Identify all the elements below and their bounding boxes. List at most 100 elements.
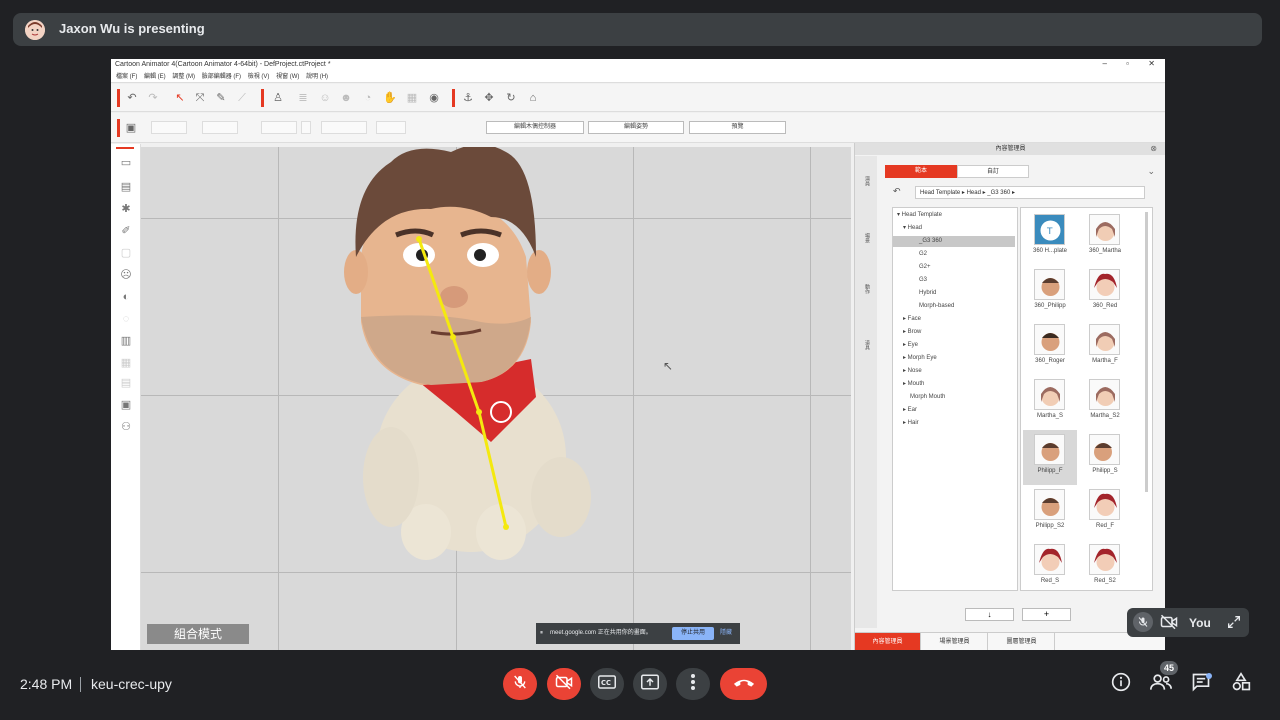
- leave-call-button[interactable]: [720, 668, 767, 700]
- side-tab-motion[interactable]: 動作: [861, 284, 871, 304]
- tree-item[interactable]: ▸ Eye: [893, 340, 1015, 351]
- disabled-tool-icon[interactable]: ◌: [119, 312, 133, 326]
- tree-item[interactable]: ▸ Nose: [893, 366, 1015, 377]
- param-field[interactable]: [151, 121, 187, 134]
- download-icon[interactable]: ↓: [965, 608, 1014, 621]
- thumbnail-item-selected[interactable]: Philipp_F: [1023, 430, 1077, 485]
- back-icon[interactable]: ↶: [893, 186, 901, 197]
- stage-icon[interactable]: ▭: [119, 156, 133, 170]
- tree-item[interactable]: Hybrid: [893, 288, 1015, 299]
- tree-item[interactable]: ▸ Ear: [893, 405, 1015, 416]
- thumbnail-item[interactable]: 360_Martha: [1078, 210, 1132, 265]
- head-profile-icon[interactable]: ◐: [119, 290, 133, 304]
- tree-item-selected[interactable]: _G3 360: [893, 236, 1015, 247]
- disabled-tool-icon[interactable]: ▢: [119, 246, 133, 260]
- thumbnail-item[interactable]: 360_Roger: [1023, 320, 1077, 375]
- tree-item[interactable]: ▾ Head Template: [893, 210, 1015, 221]
- redo-icon[interactable]: ↷: [146, 91, 160, 105]
- tree-item[interactable]: Morph-based: [893, 301, 1015, 312]
- anchor-icon[interactable]: ⚓: [461, 91, 475, 105]
- actor-icon[interactable]: ♙: [271, 91, 285, 105]
- menu-edit[interactable]: 編輯 (E): [144, 74, 166, 80]
- param-field[interactable]: [261, 121, 297, 134]
- side-tab-scene[interactable]: 場景: [861, 233, 871, 253]
- render-icon[interactable]: ▣: [119, 398, 133, 412]
- tree-item[interactable]: ▸ Brow: [893, 327, 1015, 338]
- undo-icon[interactable]: ↶: [125, 91, 139, 105]
- tree-item[interactable]: ▸ Face: [893, 314, 1015, 325]
- tab-custom[interactable]: 自訂: [957, 165, 1029, 178]
- thumbnail-item[interactable]: Red_S: [1023, 540, 1077, 595]
- character-artwork[interactable]: [331, 147, 631, 577]
- mic-toggle-button[interactable]: [503, 668, 537, 700]
- brush-icon[interactable]: ✎: [214, 91, 228, 105]
- tree-item[interactable]: Morph Mouth: [893, 392, 1015, 403]
- camera-icon[interactable]: ▤: [119, 180, 133, 194]
- side-tab-actor[interactable]: 演員: [861, 176, 871, 196]
- thumbnail-item[interactable]: Philipp_S: [1078, 430, 1132, 485]
- edit-puppet-controller-button[interactable]: 編輯木偶控制器: [486, 121, 584, 134]
- bone-icon[interactable]: ⟋: [235, 91, 249, 105]
- tab-content-manager[interactable]: 內容管理員: [855, 633, 921, 650]
- timeline-icon[interactable]: ▥: [119, 334, 133, 348]
- thumbnail-item[interactable]: Martha_S: [1023, 375, 1077, 430]
- thumbnail-item[interactable]: Martha_S2: [1078, 375, 1132, 430]
- minimize-icon[interactable]: –: [1103, 59, 1107, 68]
- pen-icon[interactable]: ✐: [119, 224, 133, 238]
- thumbnail-item[interactable]: T 360 H...plate: [1023, 210, 1077, 265]
- menu-view[interactable]: 檢視 (V): [248, 74, 270, 80]
- present-button[interactable]: [633, 668, 667, 700]
- meeting-info-button[interactable]: [1109, 672, 1133, 696]
- edit-pose-button[interactable]: 編輯姿勢: [588, 121, 684, 134]
- people-button[interactable]: [1149, 672, 1173, 696]
- menu-face-editor[interactable]: 臉部編輯器 (F): [202, 74, 241, 80]
- transform-icon[interactable]: ⤧: [193, 91, 207, 105]
- activities-button[interactable]: [1229, 671, 1253, 696]
- tree-item[interactable]: ▸ Hair: [893, 418, 1015, 429]
- tree-item[interactable]: ▸ Morph Eye: [893, 353, 1015, 364]
- add-icon[interactable]: +: [1022, 608, 1071, 621]
- param-field[interactable]: [301, 121, 311, 134]
- tree-item[interactable]: ▾ Head: [893, 223, 1015, 234]
- qr-grid-icon[interactable]: ▣: [124, 121, 138, 135]
- param-field[interactable]: [321, 121, 367, 134]
- side-tab-prop[interactable]: 道具: [861, 340, 871, 360]
- more-options-button[interactable]: [676, 668, 710, 700]
- tab-scene-manager[interactable]: 場景管理員: [922, 633, 988, 650]
- param-field[interactable]: [202, 121, 238, 134]
- captions-button[interactable]: CC: [590, 668, 624, 700]
- close-panel-icon[interactable]: ⊗: [1150, 144, 1157, 153]
- chat-button[interactable]: [1189, 672, 1213, 696]
- panel-menu-icon[interactable]: ⌄: [1147, 166, 1155, 177]
- layer-icon[interactable]: ≣: [296, 91, 310, 105]
- sprite-icon[interactable]: ☺: [318, 91, 332, 105]
- stop-sharing-button[interactable]: 停止共用: [672, 627, 714, 640]
- grid-icon[interactable]: ▦: [405, 91, 419, 105]
- tab-template[interactable]: 範本: [885, 165, 957, 178]
- disabled-tool-icon[interactable]: ▤: [119, 376, 133, 390]
- tree-item[interactable]: ▸ Mouth: [893, 379, 1015, 390]
- param-field[interactable]: [376, 121, 406, 134]
- move-icon[interactable]: ✥: [482, 91, 496, 105]
- thumbnail-item[interactable]: Red_F: [1078, 485, 1132, 540]
- menu-help[interactable]: 說明 (H): [306, 74, 328, 80]
- thumbnail-item[interactable]: Philipp_S2: [1023, 485, 1077, 540]
- breadcrumb[interactable]: Head Template ▸ Head ▸ _G3 360 ▸: [915, 186, 1145, 199]
- home-icon[interactable]: ⌂: [526, 91, 540, 105]
- head-icon[interactable]: ☹: [119, 268, 133, 282]
- thumbnail-item[interactable]: 360_Red: [1078, 265, 1132, 320]
- menu-modify[interactable]: 調整 (M): [172, 74, 195, 80]
- camera-toggle-button[interactable]: [547, 668, 581, 700]
- headturn-icon[interactable]: ◉: [427, 91, 441, 105]
- select-icon[interactable]: ↖: [173, 91, 187, 105]
- tree-item[interactable]: G2+: [893, 262, 1015, 273]
- disabled-tool-icon[interactable]: ▦: [119, 356, 133, 370]
- tree-item[interactable]: G2: [893, 249, 1015, 260]
- character-icon[interactable]: ✱: [119, 202, 133, 216]
- self-view-tile[interactable]: You: [1127, 608, 1249, 637]
- menu-file[interactable]: 檔案 (F): [116, 74, 137, 80]
- preview-button[interactable]: 預覽: [689, 121, 786, 134]
- thumbnail-scrollbar[interactable]: [1145, 212, 1148, 492]
- expand-icon[interactable]: [1226, 614, 1242, 635]
- morph-icon[interactable]: ☻: [339, 91, 353, 105]
